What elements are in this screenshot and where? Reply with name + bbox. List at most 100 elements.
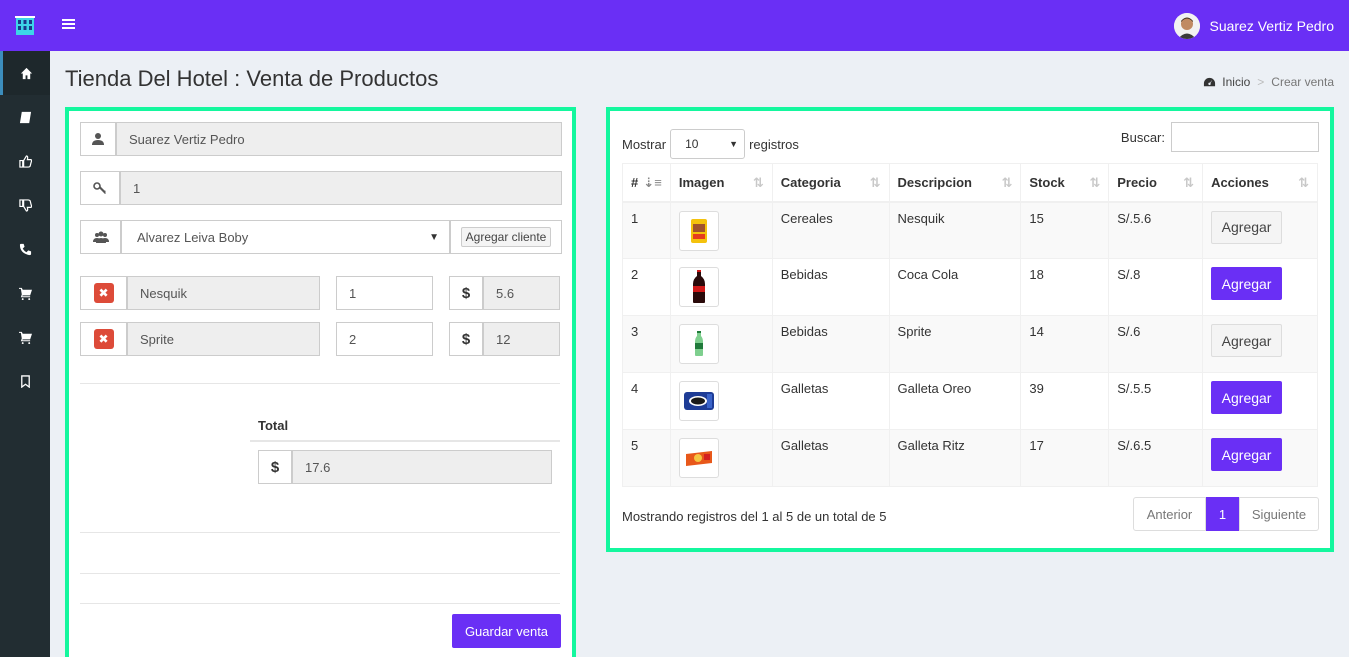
home-icon [20, 67, 33, 79]
cell-price: S/.5.6 [1108, 201, 1204, 259]
sidebar-item-book[interactable] [0, 95, 50, 139]
add-product-button[interactable]: Agregar [1211, 267, 1283, 300]
sort-icon: ⇅ [1183, 175, 1195, 190]
client-select[interactable]: Alvarez Leiva Boby ▼ [121, 220, 450, 254]
employee-field: Suarez Vertiz Pedro [116, 122, 562, 156]
page-title: Tienda Del Hotel : Venta de Productos [65, 66, 439, 91]
product-image [678, 438, 719, 478]
phone-icon [19, 243, 31, 255]
cell-price: S/.5.5 [1108, 372, 1204, 430]
save-sale-button[interactable]: Guardar venta [452, 614, 561, 648]
product-image [678, 381, 719, 421]
pagination-next[interactable]: Siguiente [1239, 497, 1319, 531]
hamburger-icon [62, 19, 75, 29]
cell-id: 1 [622, 201, 671, 259]
pagination-previous[interactable]: Anterior [1133, 497, 1206, 531]
divider [80, 532, 560, 533]
breadcrumb-current: Crear venta [1271, 75, 1334, 89]
search-input[interactable] [1171, 122, 1319, 152]
key-group: 1 [80, 171, 562, 205]
sidebar-item-thumbs-up[interactable] [0, 139, 50, 183]
total-label: Total [258, 418, 289, 433]
cell-category: Galletas [771, 429, 890, 487]
cart-item-qty-group: 2 [336, 322, 433, 356]
cart-item-qty-input[interactable]: 2 [336, 322, 433, 356]
page-length-select[interactable]: 10 ▼ [670, 129, 746, 159]
sidebar-item-cart[interactable] [0, 271, 50, 315]
cell-stock: 17 [1020, 429, 1110, 487]
cart-icon [18, 331, 32, 344]
cell-image [669, 429, 773, 487]
cart-item-name: Nesquik [127, 276, 320, 310]
user-menu[interactable]: Suarez Vertiz Pedro [1174, 13, 1334, 39]
chevron-down-icon: ▼ [729, 139, 739, 149]
avatar [1174, 13, 1201, 39]
sidebar [0, 51, 50, 657]
cell-id: 4 [622, 372, 671, 430]
column-header-category[interactable]: Categoria ⇅ [771, 163, 890, 203]
hotel-logo-icon [15, 15, 35, 35]
column-header-stock[interactable]: Stock ⇅ [1020, 163, 1110, 203]
add-product-button[interactable]: Agregar [1211, 210, 1283, 244]
remove-item-addon: ✖ [80, 276, 127, 310]
product-image [678, 210, 719, 251]
app-logo[interactable] [0, 0, 50, 51]
divider [80, 603, 560, 604]
cell-price: S/.6 [1108, 315, 1204, 373]
cart-icon [18, 287, 32, 300]
cart-item-qty-input[interactable]: 1 [336, 276, 433, 310]
cell-actions: Agregar [1202, 372, 1318, 430]
cell-price: S/.6.5 [1108, 429, 1204, 487]
currency-addon: $ [258, 450, 292, 484]
sort-asc-icon: ⇣≡ [643, 175, 662, 190]
column-header-image[interactable]: Imagen ⇅ [669, 163, 773, 203]
add-client-addon: Agregar cliente [450, 220, 562, 254]
cell-id: 5 [622, 429, 671, 487]
sidebar-item-thumbs-down[interactable] [0, 183, 50, 227]
table-header-row: # ⇣≡ Imagen ⇅ Categoria ⇅ Descripcion ⇅ Stoc… [622, 163, 1318, 203]
product-image [678, 267, 719, 307]
cell-category: Galletas [771, 372, 890, 430]
cell-image [669, 372, 773, 430]
sort-icon: ⇅ [752, 175, 764, 190]
thumbs-up-icon [18, 154, 32, 168]
add-product-button[interactable]: Agregar [1211, 438, 1283, 471]
cell-category: Cereales [771, 201, 890, 259]
cell-actions: Agregar [1202, 429, 1318, 487]
column-header-description[interactable]: Descripcion ⇅ [888, 163, 1022, 203]
remove-item-button[interactable]: ✖ [93, 329, 114, 349]
cell-actions: Agregar [1202, 258, 1318, 316]
sort-icon: ⇅ [1001, 175, 1013, 190]
cell-category: Bebidas [771, 315, 890, 373]
top-navbar: Suarez Vertiz Pedro [0, 0, 1349, 51]
user-name: Suarez Vertiz Pedro [1209, 18, 1334, 34]
sidebar-item-phone[interactable] [0, 227, 50, 271]
pagination-page[interactable]: 1 [1206, 497, 1239, 531]
cell-image [669, 201, 773, 259]
add-client-button[interactable]: Agregar cliente [460, 227, 552, 247]
sidebar-toggle-button[interactable] [62, 16, 80, 34]
column-header-price[interactable]: Precio ⇅ [1108, 163, 1204, 203]
show-label: Mostrar [622, 136, 667, 152]
breadcrumb-home-link[interactable]: Inicio [1222, 75, 1250, 89]
products-table: # ⇣≡ Imagen ⇅ Categoria ⇅ Descripcion ⇅ Stoc… [622, 163, 1318, 487]
search-control: Buscar: [1121, 122, 1319, 152]
cell-image [669, 315, 773, 373]
sidebar-item-home[interactable] [0, 51, 50, 95]
sidebar-item-cart-2[interactable] [0, 315, 50, 359]
add-product-button[interactable]: Agregar [1211, 324, 1283, 357]
column-header-id[interactable]: # ⇣≡ [622, 163, 671, 203]
column-header-actions[interactable]: Acciones ⇅ [1202, 163, 1318, 203]
sidebar-item-bookmark[interactable] [0, 359, 50, 403]
cell-description: Sprite [888, 315, 1022, 373]
employee-group: Suarez Vertiz Pedro [80, 122, 562, 156]
divider [80, 383, 560, 384]
remove-item-button[interactable]: ✖ [93, 283, 114, 303]
client-selected-value: Alvarez Leiva Boby [137, 229, 249, 245]
cart-item-subtotal-group: $ 5.6 [449, 276, 560, 310]
close-icon: ✖ [98, 286, 109, 300]
search-label: Buscar: [1120, 129, 1165, 145]
cell-price: S/.8 [1108, 258, 1204, 316]
add-product-button[interactable]: Agregar [1211, 381, 1283, 414]
table-row: 2 Bebidas Coca Cola 18 S/.8 Agregar [622, 258, 1318, 316]
